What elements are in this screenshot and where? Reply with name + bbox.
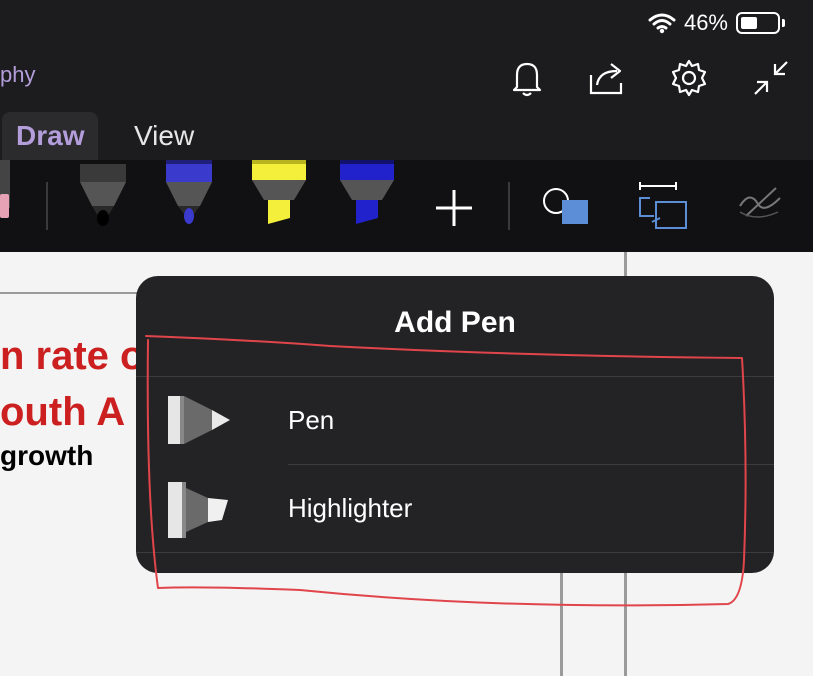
add-pen-popover: Add Pen Pen Highlighter: [136, 276, 774, 573]
doc-subheading: growth: [0, 440, 94, 471]
battery-icon: [736, 12, 780, 34]
battery-percent: 46%: [683, 10, 728, 35]
blue-pen-tool[interactable]: [164, 160, 214, 231]
blue-highlighter-tool[interactable]: [338, 160, 396, 231]
share-icon[interactable]: [583, 54, 631, 102]
document-title[interactable]: phy: [0, 62, 35, 88]
tab-draw[interactable]: Draw: [2, 112, 99, 160]
highlighter-icon: [168, 482, 228, 538]
gear-icon[interactable]: [665, 54, 713, 102]
add-highlighter-option[interactable]: Highlighter: [136, 464, 774, 552]
collapse-icon[interactable]: [747, 54, 795, 102]
battery-tip: [782, 19, 785, 27]
toolbar-divider: [46, 182, 48, 230]
tab-bar: Draw View: [0, 108, 813, 160]
top-bar: phy: [0, 48, 813, 108]
separator: [136, 552, 774, 553]
pen-label: Pen: [288, 405, 335, 435]
add-pen-icon[interactable]: [432, 186, 476, 235]
doc-heading-line-2: outh A: [0, 390, 126, 434]
shapes-icon[interactable]: [540, 186, 590, 231]
doc-heading-line-1: n rate o: [0, 334, 145, 378]
handwriting-icon[interactable]: [736, 182, 784, 227]
toolbar-divider: [508, 182, 510, 230]
drawing-toolbar: [0, 160, 813, 252]
tab-view[interactable]: View: [120, 112, 208, 160]
status-bar: 46%: [0, 0, 813, 48]
highlighter-label: Highlighter: [288, 493, 413, 523]
bell-icon[interactable]: [503, 54, 551, 102]
popover-title: Add Pen: [394, 306, 516, 339]
add-pen-option[interactable]: Pen: [136, 376, 774, 464]
lasso-select-icon[interactable]: [634, 178, 690, 237]
pen-icon: [168, 396, 230, 444]
status-right: 46%: [648, 10, 785, 36]
wifi-icon: [648, 13, 676, 34]
page-edge: [0, 292, 150, 294]
yellow-highlighter-tool[interactable]: [250, 160, 308, 231]
pink-marker-tool[interactable]: [0, 160, 12, 227]
black-pen-tool[interactable]: [78, 160, 128, 231]
